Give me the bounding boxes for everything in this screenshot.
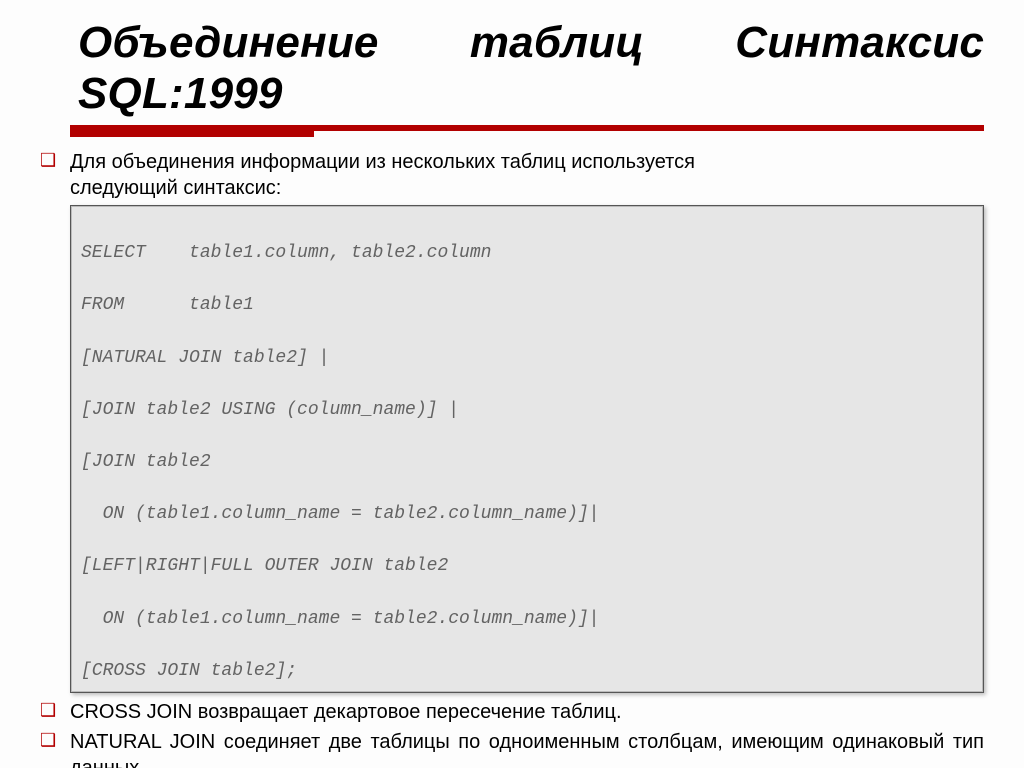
code-line: [JOIN table2 USING (column_name)] |: [81, 397, 973, 423]
bullet-natural-join: NATURAL JOIN соединяет две таблицы по од…: [40, 729, 984, 768]
intro-line2: следующий синтаксис:: [70, 177, 281, 199]
code-line: SELECT table1.column, table2.column: [81, 240, 973, 266]
code-line: [NATURAL JOIN table2] |: [81, 345, 973, 371]
code-line: [LEFT|RIGHT|FULL OUTER JOIN table2: [81, 553, 973, 579]
explanation-list: CROSS JOIN возвращает декартовое пересеч…: [40, 699, 984, 768]
slide: Объединение таблиц Синтаксис SQL:1999 Дл…: [0, 0, 1024, 768]
intro-bullet: Для объединения информации из нескольких…: [40, 149, 984, 201]
code-line: [CROSS JOIN table2];: [81, 658, 973, 684]
code-line: [JOIN table2: [81, 449, 973, 475]
code-line: ON (table1.column_name = table2.column_n…: [81, 501, 973, 527]
bullet-cross-join: CROSS JOIN возвращает декартовое пересеч…: [40, 699, 984, 725]
title-underline: [70, 125, 984, 131]
code-line: FROM table1: [81, 292, 973, 318]
code-line: ON (table1.column_name = table2.column_n…: [81, 606, 973, 632]
sql-code-block: SELECT table1.column, table2.column FROM…: [70, 205, 984, 693]
slide-title: Объединение таблиц Синтаксис SQL:1999: [78, 18, 984, 119]
intro-line1: Для объединения информации из нескольких…: [70, 151, 695, 173]
content-list: Для объединения информации из нескольких…: [40, 149, 984, 201]
